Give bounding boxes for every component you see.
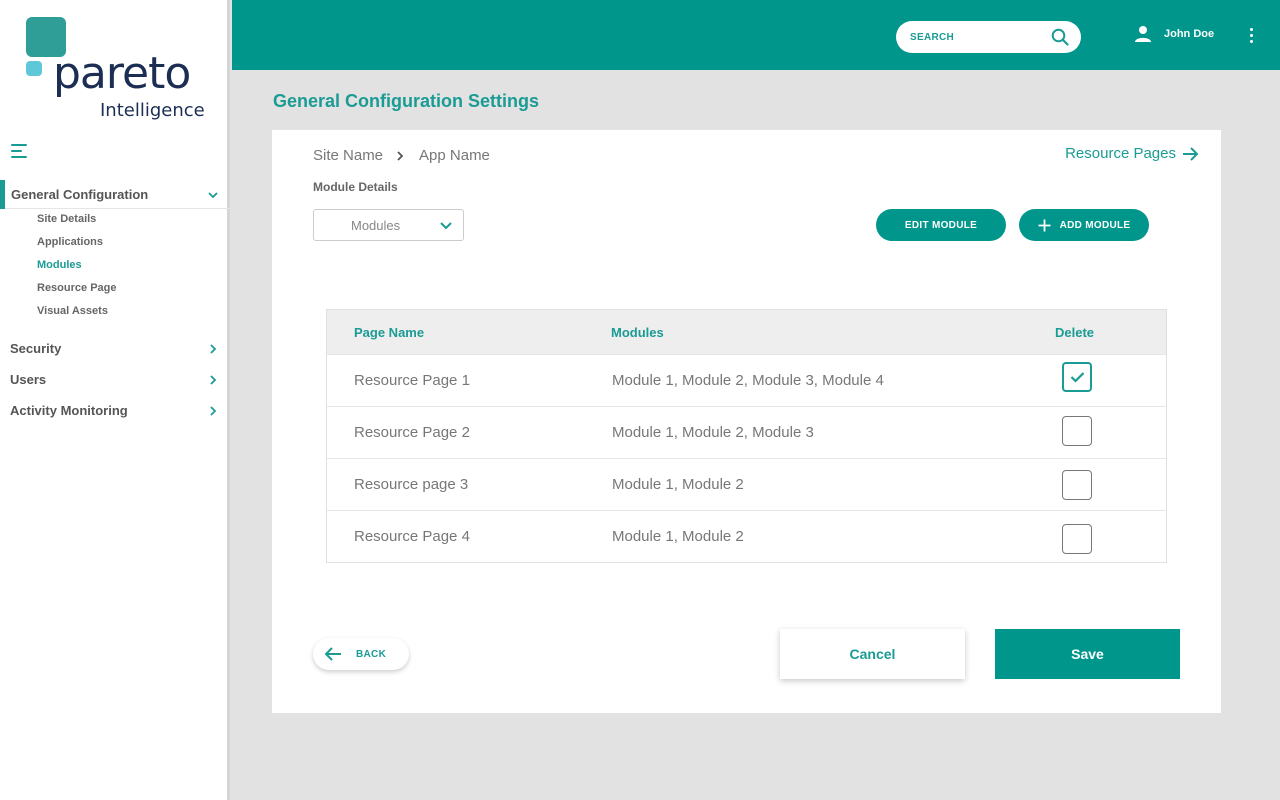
page-name-cell: Resource Page 4 [354,528,470,545]
chevron-right-icon [210,375,217,385]
edit-module-button[interactable]: EDIT MODULE [876,209,1006,241]
chevron-right-icon [397,150,404,161]
delete-checkbox[interactable] [1062,524,1092,554]
hamburger-icon[interactable] [11,143,29,159]
pareto-logo: pareto Intelligence [26,16,216,126]
logo-subtitle: Intelligence [100,100,205,121]
column-header-page-name: Page Name [354,325,425,340]
modules-cell: Module 1, Module 2, Module 3, Module 4 [612,372,884,389]
breadcrumb-site-name[interactable]: Site Name [313,147,383,164]
sidebar-item-visual-assets[interactable]: Visual Assets [37,305,108,317]
top-bar: SEARCH John Doe [232,0,1280,70]
resource-pages-label: Resource Pages [1065,145,1176,162]
sidebar-section-general-configuration[interactable]: General Configuration [0,180,230,209]
breadcrumb-app-name[interactable]: App Name [419,147,490,164]
sidebar-section-security[interactable]: Security [0,334,230,362]
search-input[interactable]: SEARCH [896,21,1081,53]
table-header: Page Name Modules Delete [327,310,1166,354]
table-row: Resource Page 2 Module 1, Module 2, Modu… [327,406,1166,458]
table-row: Resource Page 4 Module 1, Module 2 [327,510,1166,562]
chevron-right-icon [210,344,217,354]
sidebar: pareto Intelligence General Configuratio… [0,0,230,800]
sidebar-item-modules[interactable]: Modules [37,259,82,271]
chevron-right-icon [210,406,217,416]
sidebar-section-label: Security [10,340,62,356]
delete-checkbox[interactable] [1062,470,1092,500]
logo-mark-small [26,61,42,76]
user-name: John Doe [1164,28,1215,40]
modules-cell: Module 1, Module 2 [612,528,744,545]
user-icon [1135,26,1151,42]
sidebar-item-resource-page[interactable]: Resource Page [37,282,116,294]
back-label: BACK [356,648,387,660]
page-name-cell: Resource Page 1 [354,372,470,389]
delete-checkbox[interactable] [1062,362,1092,392]
sidebar-section-label: Users [10,371,47,387]
search-placeholder: SEARCH [910,31,955,43]
add-module-button[interactable]: ADD MODULE [1019,209,1149,241]
delete-checkbox[interactable] [1062,416,1092,446]
sidebar-section-label: Activity Monitoring [10,402,128,418]
save-label: Save [1071,646,1104,662]
modules-table: Page Name Modules Delete Resource Page 1… [326,309,1167,563]
sidebar-item-applications[interactable]: Applications [37,236,103,248]
modules-select[interactable]: Modules [313,209,464,241]
module-details-label: Module Details [313,180,398,194]
sidebar-item-site-details[interactable]: Site Details [37,213,96,225]
chevron-down-icon [440,222,452,230]
search-icon[interactable] [1051,28,1069,46]
page-title: General Configuration Settings [273,91,540,111]
back-button[interactable]: BACK [313,638,409,670]
check-icon [1070,372,1085,383]
column-header-modules: Modules [611,325,664,340]
sidebar-section-users[interactable]: Users [0,365,230,393]
arrow-right-icon [1183,146,1199,161]
chevron-down-icon [208,192,218,199]
add-module-label: ADD MODULE [1059,219,1131,231]
plus-icon [1038,219,1051,231]
breadcrumb: Site Name App Name [313,147,490,164]
cancel-button[interactable]: Cancel [780,629,965,679]
table-row: Resource page 3 Module 1, Module 2 [327,458,1166,510]
resource-pages-link[interactable]: Resource Pages [1065,145,1199,162]
modules-cell: Module 1, Module 2 [612,476,744,493]
cancel-label: Cancel [849,646,896,662]
modules-select-value: Modules [351,217,401,233]
column-header-delete: Delete [1055,325,1095,340]
logo-word: pareto [53,48,191,99]
sidebar-section-activity-monitoring[interactable]: Activity Monitoring [0,396,230,424]
table-row: Resource Page 1 Module 1, Module 2, Modu… [327,354,1166,406]
modules-cell: Module 1, Module 2, Module 3 [612,424,814,441]
kebab-icon[interactable] [1248,28,1256,44]
save-button[interactable]: Save [995,629,1180,679]
edit-module-label: EDIT MODULE [904,219,978,231]
page-name-cell: Resource Page 2 [354,424,470,441]
arrow-left-icon [324,647,341,661]
user-menu[interactable]: John Doe [1134,25,1214,43]
content-card: Site Name App Name Resource Pages Module… [272,130,1221,713]
sidebar-section-label: General Configuration [11,186,149,202]
page-name-cell: Resource page 3 [354,476,469,493]
